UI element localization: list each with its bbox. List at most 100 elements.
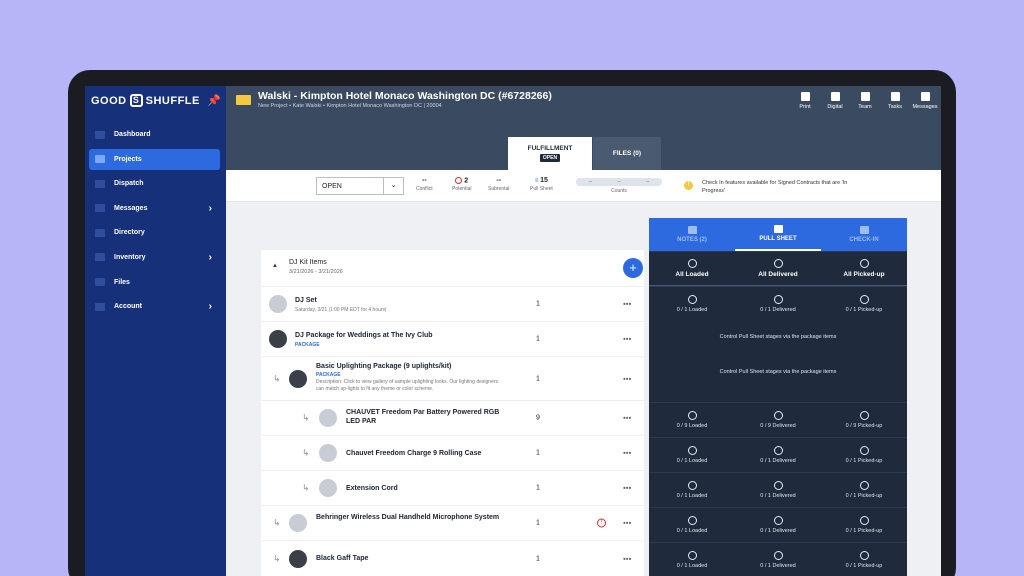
- more-icon[interactable]: •••: [623, 554, 631, 563]
- sidebar-item-projects[interactable]: Projects: [89, 148, 220, 170]
- tab-files[interactable]: FILES (0): [593, 137, 661, 170]
- sidebar-item-label: Files: [114, 278, 130, 286]
- circle-icon: [687, 516, 697, 525]
- all-loaded-toggle[interactable]: All Loaded: [649, 252, 735, 285]
- status-select[interactable]: OPEN ⌄: [316, 177, 404, 195]
- picked-up-toggle[interactable]: 0 / 1 Picked-up: [821, 543, 907, 576]
- circle-icon: [773, 259, 783, 268]
- delivered-toggle[interactable]: 0 / 1 Delivered: [735, 473, 821, 507]
- pull-sheet-stat[interactable]: ≡ 15 Pull Sheet: [530, 177, 553, 192]
- gear-icon: [95, 302, 105, 311]
- delivered-toggle[interactable]: 0 / 1 Delivered: [735, 438, 821, 472]
- delivered-toggle[interactable]: 0 / 9 Delivered: [735, 403, 821, 437]
- status-value: OPEN: [322, 182, 342, 190]
- kit-title: DJ Kit Items: [289, 259, 327, 266]
- brand-suffix: SHUFFLE: [145, 94, 200, 107]
- sidebar-item-directory[interactable]: Directory: [89, 222, 220, 243]
- picked-up-toggle[interactable]: 0 / 1 Picked-up: [821, 287, 907, 321]
- sidebar-item-dispatch[interactable]: Dispatch: [89, 173, 220, 194]
- sidebar-item-inventory[interactable]: Inventory ›: [89, 247, 220, 268]
- table-row[interactable]: ↳ Extension Cord 1 •••: [261, 470, 644, 505]
- all-picked-up-toggle[interactable]: All Picked-up: [821, 252, 907, 285]
- more-icon[interactable]: •••: [623, 335, 631, 344]
- circle-icon: [687, 481, 697, 490]
- more-icon[interactable]: •••: [623, 414, 631, 423]
- circle-icon: [687, 446, 697, 455]
- delivered-toggle[interactable]: 0 / 1 Delivered: [735, 543, 821, 576]
- more-icon[interactable]: •••: [623, 484, 631, 493]
- team-button[interactable]: Team: [855, 92, 875, 110]
- more-icon[interactable]: •••: [623, 519, 631, 528]
- tab-check-in[interactable]: CHECK-IN: [821, 218, 907, 251]
- alert-icon[interactable]: !: [597, 518, 606, 528]
- picked-up-toggle[interactable]: 0 / 9 Picked-up: [821, 403, 907, 437]
- circle-icon: [859, 516, 869, 525]
- delivered-toggle[interactable]: 0 / 1 Delivered: [735, 287, 821, 321]
- picked-up-toggle[interactable]: 0 / 1 Picked-up: [821, 508, 907, 542]
- more-icon[interactable]: •••: [623, 449, 631, 458]
- counts-label: Counts: [611, 188, 627, 194]
- child-arrow-icon: ↳: [273, 517, 281, 528]
- loaded-toggle[interactable]: 0 / 1 Loaded: [649, 473, 735, 507]
- conflict-label: Conflict: [416, 186, 433, 192]
- item-quantity: 9: [536, 414, 540, 422]
- item-name: Chauvet Freedom Charge 9 Rolling Case: [346, 450, 482, 457]
- conflict-stat[interactable]: -- Conflict: [416, 177, 433, 192]
- sidebar-item-files[interactable]: Files: [89, 272, 220, 293]
- kit-dates: 3/21/2026 - 3/21/2026: [289, 269, 343, 275]
- tab-fulfillment[interactable]: FULFILLMENT OPEN: [508, 137, 592, 170]
- print-button[interactable]: Print: [795, 92, 815, 110]
- tasks-button[interactable]: Tasks: [885, 92, 905, 110]
- table-row[interactable]: ↳ Chauvet Freedom Charge 9 Rolling Case …: [261, 435, 644, 470]
- table-row[interactable]: ↳ CHAUVET Freedom Par Battery Powered RG…: [261, 400, 644, 435]
- more-icon[interactable]: •••: [623, 300, 631, 309]
- stage-row: 0 / 1 Loaded 0 / 1 Delivered 0 / 1 Picke…: [649, 286, 907, 321]
- loaded-toggle[interactable]: 0 / 1 Loaded: [649, 508, 735, 542]
- table-row[interactable]: ↳ Black Gaff Tape 1 •••: [261, 540, 644, 576]
- stage-count: 0 / 1 Delivered: [760, 528, 796, 534]
- tab-pull-sheet[interactable]: PULL SHEET: [735, 218, 821, 251]
- item-name: Basic Uplighting Package (9 uplights/kit…: [316, 363, 452, 370]
- package-note: Control Pull Sheet stages via the packag…: [719, 334, 837, 340]
- potential-stat[interactable]: 2 Potential: [452, 177, 471, 192]
- warning-icon: [455, 177, 463, 184]
- delivered-toggle[interactable]: 0 / 1 Delivered: [735, 508, 821, 542]
- table-row[interactable]: ↳ Behringer Wireless Dual Handheld Micro…: [261, 505, 644, 540]
- loaded-toggle[interactable]: 0 / 1 Loaded: [649, 543, 735, 576]
- messages-button[interactable]: Messages: [912, 92, 938, 110]
- picked-up-toggle[interactable]: 0 / 1 Picked-up: [821, 473, 907, 507]
- table-row[interactable]: ↳ Basic Uplighting Package (9 uplights/k…: [261, 356, 644, 400]
- sidebar-item-dashboard[interactable]: Dashboard: [89, 124, 220, 145]
- loaded-toggle[interactable]: 0 / 1 Loaded: [649, 438, 735, 472]
- tab-notes[interactable]: NOTES (2): [649, 218, 735, 251]
- app-screen: GOOD S SHUFFLE 📌 Dashboard Projects Disp…: [85, 86, 941, 576]
- kit-header: ▲ DJ Kit Items 3/21/2026 - 3/21/2026 +: [261, 250, 644, 286]
- stage-label: All Delivered: [758, 271, 798, 278]
- more-icon[interactable]: •••: [623, 374, 631, 383]
- panel-tabs: NOTES (2) PULL SHEET CHECK-IN: [649, 218, 907, 251]
- add-item-button[interactable]: +: [623, 258, 643, 278]
- tab-label: FULFILLMENT: [527, 145, 573, 152]
- team-icon: [860, 92, 870, 101]
- sidebar-item-account[interactable]: Account ›: [89, 296, 220, 317]
- loaded-toggle[interactable]: 0 / 1 Loaded: [649, 287, 735, 321]
- table-row[interactable]: DJ Package for Weddings at The Ivy Club …: [261, 321, 644, 356]
- loaded-toggle[interactable]: 0 / 9 Loaded: [649, 403, 735, 437]
- picked-up-toggle[interactable]: 0 / 1 Picked-up: [821, 438, 907, 472]
- pin-icon[interactable]: 📌: [207, 94, 221, 107]
- chevron-right-icon: ›: [208, 251, 212, 263]
- sidebar-item-messages[interactable]: Messages ›: [89, 198, 220, 219]
- table-row[interactable]: DJ Set Saturday, 3/21 |1:00 PM EDT for 4…: [261, 286, 644, 321]
- sidebar-item-label: Inventory: [114, 253, 146, 261]
- header-actions: Print Digital Team Tasks Messages: [795, 92, 938, 110]
- stage-count: 0 / 1 Loaded: [676, 493, 708, 499]
- item-name: DJ Package for Weddings at The Ivy Club: [295, 332, 433, 339]
- digital-button[interactable]: Digital: [825, 92, 845, 110]
- stage-row: 0 / 9 Loaded 0 / 9 Delivered 0 / 9 Picke…: [649, 402, 907, 437]
- stage-row: 0 / 1 Loaded 0 / 1 Delivered 0 / 1 Picke…: [649, 507, 907, 542]
- circle-icon: [773, 446, 783, 455]
- all-delivered-toggle[interactable]: All Delivered: [735, 252, 821, 285]
- collapse-icon[interactable]: ▲: [272, 263, 278, 269]
- stage-count: 0 / 1 Loaded: [676, 528, 708, 534]
- subrental-stat[interactable]: -- Subrental: [488, 177, 509, 192]
